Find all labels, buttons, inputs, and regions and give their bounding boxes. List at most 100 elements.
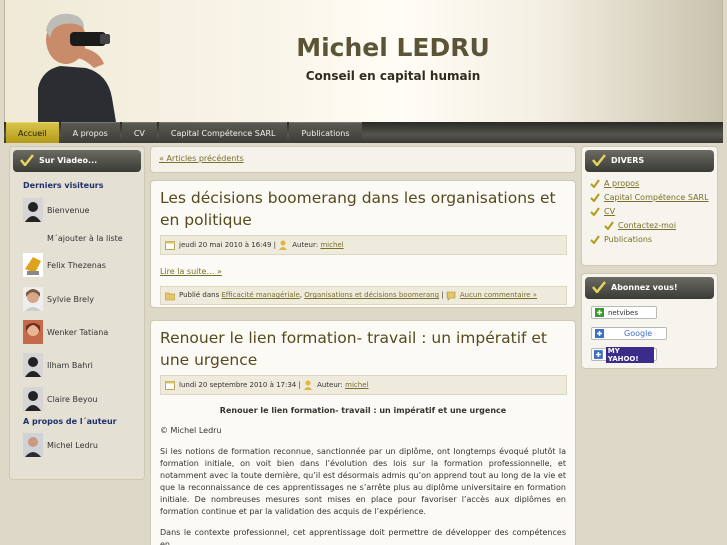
divers-item[interactable]: Capital Compétence SARL [590, 193, 709, 203]
post-subheading: Renouer le lien formation- travail : un … [219, 406, 507, 415]
post-copyright: © Michel Ledru [160, 426, 222, 435]
visitor-item[interactable]: Ilham Bahri [23, 352, 143, 378]
visitor-item[interactable]: M´ajouter à la liste [23, 225, 143, 251]
google-label: Google [624, 329, 653, 338]
author-label: Auteur: [317, 381, 343, 389]
older-posts-link[interactable]: « Articles précédents [159, 154, 244, 163]
divers-widget-title: DIVERS [585, 150, 714, 172]
divers-link[interactable]: A propos [604, 179, 639, 188]
plus-icon [595, 308, 604, 317]
tab-a-propos[interactable]: A propos [60, 122, 120, 143]
divers-widget-label: DIVERS [611, 156, 645, 165]
post-meta: lundi 20 septembre 2010 à 17:34 | Auteur… [160, 375, 567, 395]
avatar [23, 387, 43, 411]
right-sidebar-subscribe: Abonnez vous! netvibes Google MY YAHOO! [581, 273, 718, 369]
plus-icon [595, 329, 604, 338]
avatar [23, 287, 43, 311]
avatar [23, 320, 43, 344]
author-photo [38, 13, 116, 122]
divers-item[interactable]: A propos [590, 179, 709, 189]
visitor-item[interactable]: Wenker Tatiana [23, 319, 143, 345]
comments-link[interactable]: Aucun commentaire » [460, 287, 537, 304]
visitors-heading: Derniers visiteurs [23, 181, 104, 190]
author-item[interactable]: Michel Ledru [23, 432, 143, 458]
visitor-name[interactable]: Felix Thezenas [47, 261, 106, 270]
visitor-name[interactable]: Ilham Bahri [47, 361, 93, 370]
author-name[interactable]: Michel Ledru [47, 441, 98, 450]
divers-subitem[interactable]: Contactez-moi [604, 221, 709, 231]
calendar-icon [165, 241, 175, 250]
meta-separator: | [439, 291, 446, 299]
visitor-name[interactable]: Bienvenue [47, 206, 89, 215]
netvibes-button[interactable]: netvibes [591, 306, 657, 319]
avatar [23, 253, 43, 277]
folder-icon [165, 292, 175, 300]
tab-capital-competence[interactable]: Capital Compétence SARL [158, 122, 288, 143]
post-footer: Publié dans Efficacité managériale, Orga… [160, 286, 567, 305]
post-title[interactable]: Les décisions boomerang dans les organis… [151, 181, 575, 231]
comment-icon [446, 291, 456, 301]
left-sidebar: Sur Viadeo... Derniers visiteurs Bienven… [9, 146, 145, 480]
post-meta: jeudi 20 mai 2010 à 16:49 | Auteur: mich… [160, 235, 567, 255]
yahoo-button[interactable]: MY YAHOO! [591, 346, 657, 363]
published-in-label: Publié dans [179, 291, 220, 299]
read-more-link[interactable]: Lire la suite… » [160, 267, 222, 276]
visitor-name[interactable]: Sylvie Brely [47, 295, 94, 304]
post-paragraph: Dans le contexte professionnel, cet appr… [160, 528, 566, 545]
visitor-name[interactable]: Wenker Tatiana [47, 328, 108, 337]
tab-accueil[interactable]: Accueil [6, 122, 59, 143]
subscribe-widget-label: Abonnez vous! [611, 283, 678, 292]
checkmark-icon [20, 154, 34, 166]
divers-item[interactable]: Publications [590, 235, 709, 245]
divers-link[interactable]: CV [604, 207, 615, 216]
plus-icon [594, 350, 603, 359]
meta-separator: | [296, 381, 304, 389]
checkmark-icon [604, 221, 614, 230]
checkmark-icon [590, 179, 600, 188]
viadeo-widget-label: Sur Viadeo... [39, 156, 98, 165]
avatar [23, 353, 43, 377]
tab-cv[interactable]: CV [121, 122, 157, 143]
site-description: Conseil en capital humain [305, 69, 481, 83]
netvibes-label: netvibes [608, 308, 638, 317]
pagination-bar: « Articles précédents [150, 146, 576, 173]
checkmark-icon [590, 193, 600, 202]
post-paragraph: Si les notions de formation reconnue, sa… [160, 447, 566, 516]
checkmark-icon [590, 207, 600, 216]
tab-publications[interactable]: Publications [289, 122, 362, 143]
divers-link[interactable]: Publications [604, 235, 652, 244]
main-nav: Accueil A propos CV Capital Compétence S… [4, 122, 723, 143]
visitor-item[interactable]: Felix Thezenas [23, 252, 143, 278]
visitor-item[interactable]: Claire Beyou [23, 386, 143, 412]
category-link[interactable]: Organisations et décisions boomerang [304, 287, 439, 304]
avatar [23, 433, 43, 457]
divers-link[interactable]: Contactez-moi [618, 221, 676, 230]
avatar-placeholder [23, 226, 43, 250]
checkmark-icon [592, 154, 606, 166]
author-label: Auteur: [292, 241, 319, 249]
checkmark-icon [592, 281, 606, 293]
post-card: Les décisions boomerang dans les organis… [150, 180, 576, 308]
divers-item[interactable]: CV [590, 207, 709, 217]
viadeo-widget-title: Sur Viadeo... [13, 150, 141, 172]
visitor-name[interactable]: Claire Beyou [47, 395, 98, 404]
post-card: Renouer le lien formation- travail : un … [150, 320, 576, 545]
calendar-icon [165, 381, 175, 390]
page: Michel LEDRU Conseil en capital humain A… [0, 0, 727, 545]
visitor-item[interactable]: Sylvie Brely [23, 286, 143, 312]
post-title[interactable]: Renouer le lien formation- travail : un … [151, 321, 575, 371]
post-date: lundi 20 septembre 2010 à 17:34 [179, 381, 297, 389]
divers-link[interactable]: Capital Compétence SARL [604, 193, 709, 202]
subscribe-widget-title: Abonnez vous! [585, 277, 714, 299]
author-link[interactable]: michel [345, 376, 368, 394]
google-button[interactable]: Google [591, 327, 667, 340]
user-icon [304, 380, 313, 390]
visitor-item[interactable]: Bienvenue [23, 197, 143, 223]
site-header: Michel LEDRU Conseil en capital humain [4, 0, 723, 122]
visitor-name[interactable]: M´ajouter à la liste [47, 234, 123, 243]
site-title[interactable]: Michel LEDRU [80, 33, 706, 62]
author-link[interactable]: michel [320, 236, 343, 254]
divers-list: A propos Capital Compétence SARL CV Cont… [590, 179, 709, 249]
author-heading: A propos de l´auteur [23, 417, 117, 426]
category-link[interactable]: Efficacité managériale [221, 287, 299, 304]
